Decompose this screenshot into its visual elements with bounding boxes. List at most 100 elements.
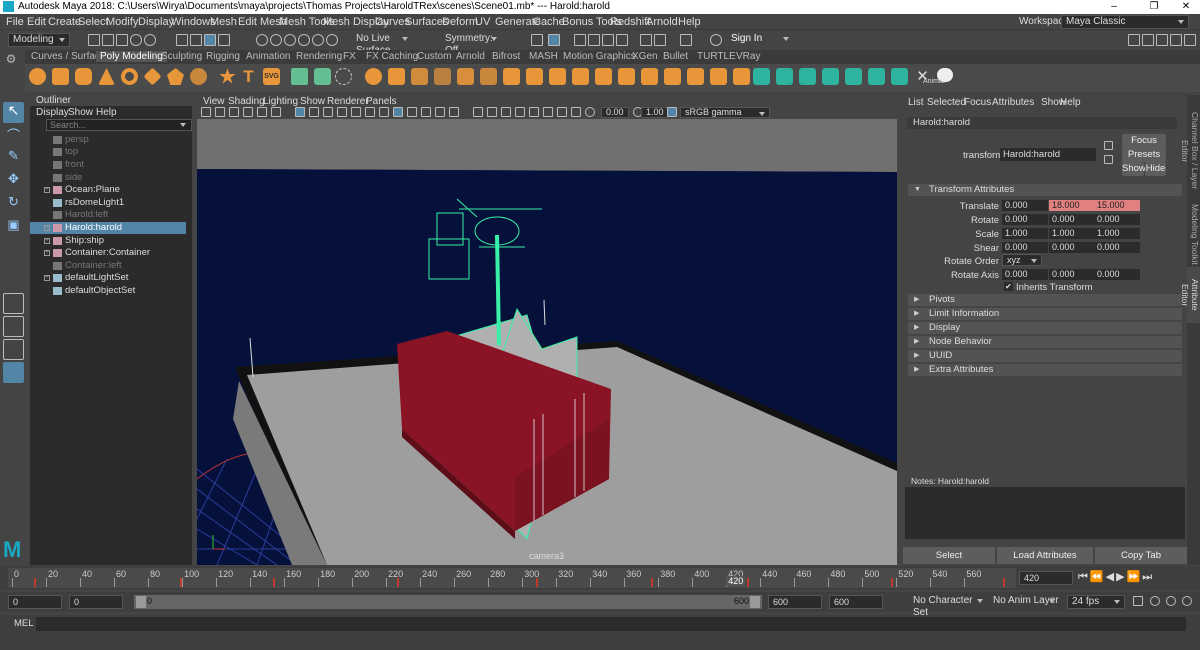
vp-menu-view[interactable]: View xyxy=(203,96,225,107)
uuid-section[interactable]: UUID xyxy=(908,350,1182,362)
redshift-render-icon[interactable] xyxy=(640,34,652,46)
poly-sphere-icon[interactable] xyxy=(29,68,46,85)
animation-preferences-icon[interactable] xyxy=(1182,596,1192,606)
automatic-uv-icon[interactable] xyxy=(822,68,839,85)
poly-cube-icon[interactable] xyxy=(52,68,69,85)
outliner-item-defaultlightset[interactable]: + defaultLightSet xyxy=(30,272,186,284)
outliner-toggle-icon[interactable] xyxy=(1184,34,1196,46)
shear-x-field[interactable]: 0.000 xyxy=(1002,242,1048,253)
select-tool-icon[interactable]: ↖ xyxy=(3,102,24,123)
poly-cone-icon[interactable] xyxy=(98,68,115,85)
wireframe-on-shaded-icon[interactable] xyxy=(421,107,431,117)
rotate-axis-y-field[interactable]: 0.000 xyxy=(1049,269,1095,280)
shelf-tab-animation[interactable]: Animation xyxy=(246,51,290,62)
colorspace-dropdown[interactable]: sRGB gamma xyxy=(680,107,770,118)
planar-uv-icon[interactable] xyxy=(753,68,770,85)
time-slider[interactable]: 0 20 40 60 80 100 120 140 160 180 200 220 240 260 280 3… xyxy=(8,568,1016,588)
mirror-icon[interactable] xyxy=(526,68,543,85)
scale-y-field[interactable]: 1.000 xyxy=(1049,228,1095,239)
menu-uv[interactable]: UV xyxy=(475,16,490,28)
minimize-button[interactable]: – xyxy=(1096,0,1132,14)
persp-outliner-view-icon[interactable] xyxy=(3,362,24,383)
lights-icon[interactable] xyxy=(449,107,459,117)
cube-mesh-icon[interactable] xyxy=(314,68,331,85)
scale-tool-icon[interactable]: ▣ xyxy=(3,217,24,238)
rotate-x-field[interactable]: 0.000 xyxy=(1002,214,1048,225)
poly-torus-icon[interactable] xyxy=(121,68,138,85)
tab-attribute-editor[interactable]: Attribute Editor xyxy=(1180,267,1200,323)
outliner-item-container-container[interactable]: + Container:Container xyxy=(30,247,186,259)
sew-uv-icon[interactable] xyxy=(868,68,885,85)
step-forward-key-icon[interactable]: ⏩ xyxy=(1127,571,1143,583)
step-back-key-icon[interactable]: ⏪ xyxy=(1090,571,1106,583)
playback-end-field[interactable]: 600 xyxy=(768,595,822,609)
reduce-icon[interactable] xyxy=(480,68,497,85)
expand-icon[interactable]: + xyxy=(44,187,50,193)
outliner-item-ship-ship[interactable]: + Ship:ship xyxy=(30,235,186,247)
view-transform-icon[interactable] xyxy=(667,107,677,117)
shelf-tab-rendering[interactable]: Rendering xyxy=(296,51,342,62)
grease-pencil-icon[interactable] xyxy=(271,107,281,117)
extract-icon[interactable] xyxy=(411,68,428,85)
wireframe-icon[interactable] xyxy=(393,107,403,117)
sign-in-dropdown[interactable]: Sign In xyxy=(727,33,793,47)
menu-deform[interactable]: Deform xyxy=(442,16,478,28)
snap-curve-icon[interactable] xyxy=(270,34,282,46)
outliner-menu-show[interactable]: Show xyxy=(68,107,93,118)
arnold-render-icon[interactable] xyxy=(680,34,692,46)
undo-icon[interactable] xyxy=(130,34,142,46)
outliner-item-rsdomelight1[interactable]: rsDomeLight1 xyxy=(30,197,186,209)
outliner-item-ocean-plane[interactable]: + Ocean:Plane xyxy=(30,184,186,196)
scale-x-field[interactable]: 1.000 xyxy=(1002,228,1048,239)
go-to-start-icon[interactable]: ⏮ xyxy=(1078,571,1090,583)
move-tool-icon[interactable]: ✥ xyxy=(3,171,24,192)
xray-icon[interactable] xyxy=(557,107,567,117)
loop-icon[interactable] xyxy=(1133,596,1143,606)
platonic-solid-icon[interactable] xyxy=(190,68,207,85)
step-back-frame-icon[interactable]: ◀ xyxy=(1106,571,1116,583)
new-scene-icon[interactable] xyxy=(88,34,100,46)
menu-select[interactable]: Select xyxy=(78,16,109,28)
vp-menu-show[interactable]: Show xyxy=(300,96,325,107)
motion-blur-icon[interactable] xyxy=(501,107,511,117)
menu-arnold[interactable]: Arnold xyxy=(646,16,678,28)
unfold-uv-icon[interactable] xyxy=(891,68,908,85)
paint-select-icon[interactable]: ✎ xyxy=(3,148,24,169)
smooth-shade-icon[interactable] xyxy=(407,107,417,117)
gamma-field[interactable]: 1.00 xyxy=(641,107,669,118)
fps-dropdown[interactable]: 24 fps xyxy=(1067,595,1125,609)
channel-box-toggle-icon[interactable] xyxy=(1128,34,1140,46)
ae-focus-button[interactable]: Focus xyxy=(1122,134,1166,148)
current-frame-field[interactable]: 420 xyxy=(1019,571,1073,585)
menu-cache[interactable]: Cache xyxy=(533,16,565,28)
pivots-section[interactable]: Pivots xyxy=(908,294,1182,306)
expand-icon[interactable]: + xyxy=(44,238,50,244)
shelf-tab-bifrost[interactable]: Bifrost xyxy=(492,51,520,62)
shelf-tab-xgen[interactable]: XGen xyxy=(632,51,658,62)
shelf-tab-mash[interactable]: MASH xyxy=(529,51,558,62)
display-section[interactable]: Display xyxy=(908,322,1182,334)
menu-mesh[interactable]: Mesh xyxy=(210,16,237,28)
tab-modeling-toolkit[interactable]: Modeling Toolkit xyxy=(1187,203,1200,265)
poly-cylinder-icon[interactable] xyxy=(75,68,92,85)
attribute-editor-toggle-icon[interactable] xyxy=(1142,34,1154,46)
booleans-icon[interactable] xyxy=(434,68,451,85)
ae-node-tab[interactable]: Harold:harold xyxy=(907,117,1177,129)
ae-menu-selected[interactable]: Selected xyxy=(927,97,966,108)
camera-select-icon[interactable] xyxy=(201,107,211,117)
expand-icon[interactable]: + xyxy=(44,225,50,231)
node-behavior-section[interactable]: Node Behavior xyxy=(908,336,1182,348)
rotate-tool-icon[interactable]: ↻ xyxy=(3,194,24,215)
ae-load-attributes-button[interactable]: Load Attributes xyxy=(997,547,1093,564)
ambient-occlusion-icon[interactable] xyxy=(487,107,497,117)
vp-menu-shading[interactable]: Shading xyxy=(228,96,265,107)
redo-icon[interactable] xyxy=(144,34,156,46)
poly-disc-icon[interactable] xyxy=(167,68,184,85)
connect-icon[interactable] xyxy=(733,68,750,85)
menu-edit[interactable]: Edit xyxy=(27,16,46,28)
insert-edge-loop-icon[interactable] xyxy=(687,68,704,85)
shelf-tab-custom[interactable]: Custom xyxy=(417,51,451,62)
ae-menu-list[interactable]: List xyxy=(908,97,924,108)
history-icon[interactable] xyxy=(531,34,543,46)
film-gate-icon[interactable] xyxy=(309,107,319,117)
